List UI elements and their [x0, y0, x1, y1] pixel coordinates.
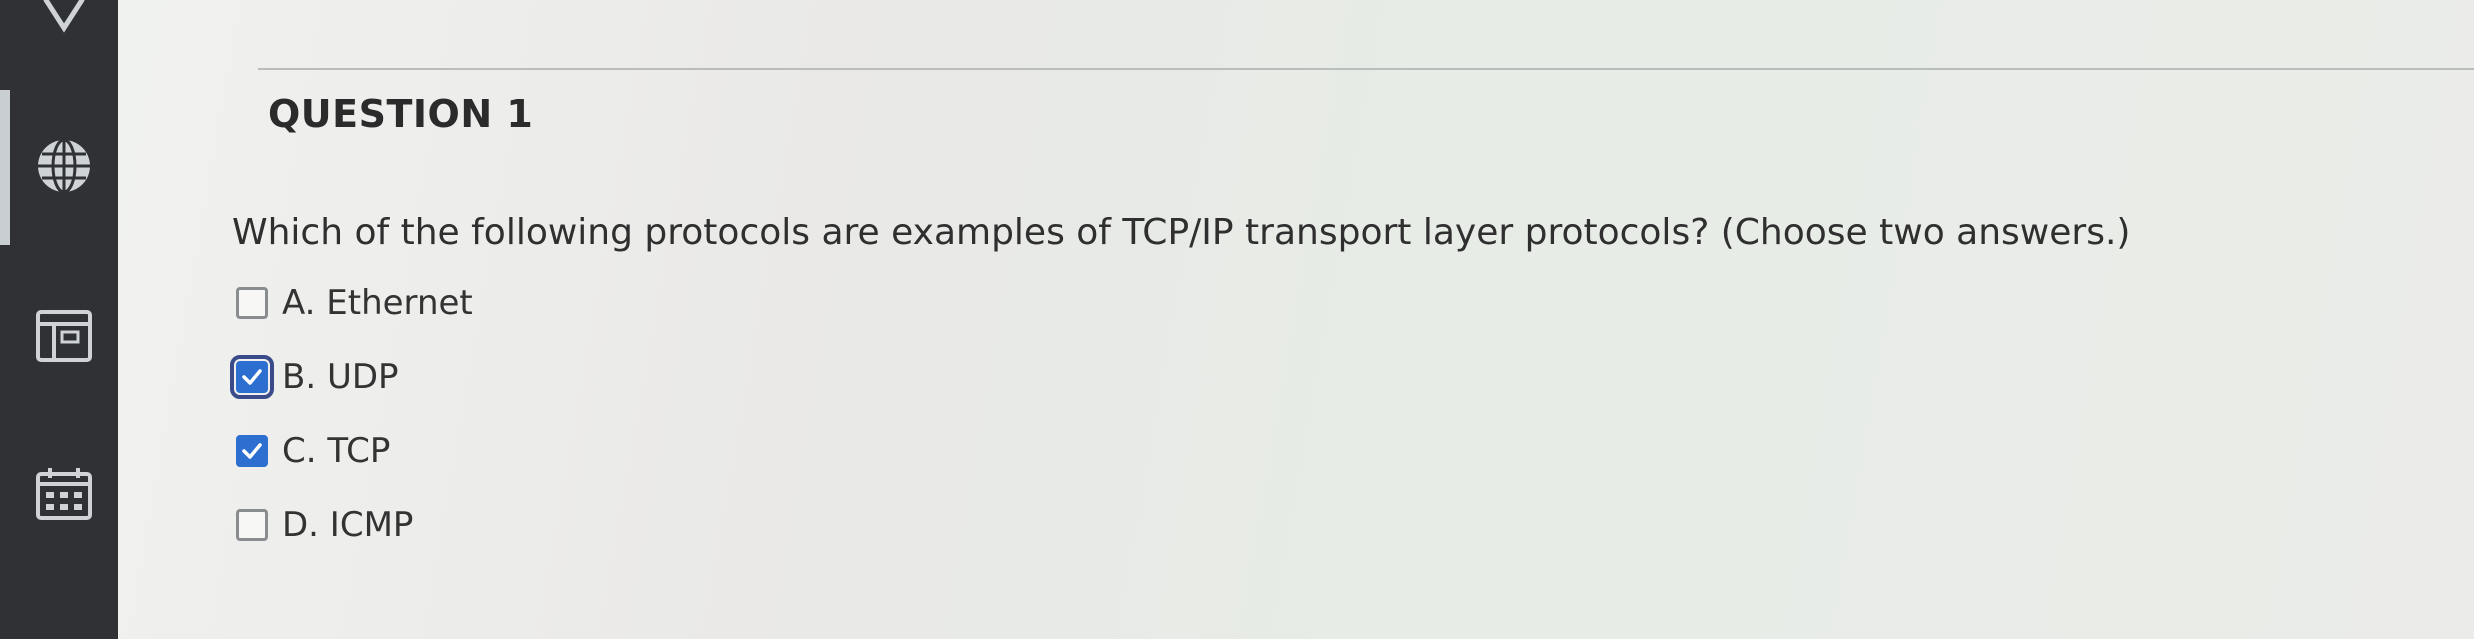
checkbox-a[interactable]	[236, 287, 268, 319]
checkbox-b[interactable]	[230, 355, 274, 399]
checkbox-d[interactable]	[236, 509, 268, 541]
calendar-icon[interactable]	[28, 458, 100, 530]
question-text: Which of the following protocols are exa…	[232, 212, 2131, 253]
close-icon[interactable]	[28, 0, 100, 54]
sidebar-active-indicator	[0, 90, 10, 245]
question-title: QUESTION 1	[268, 92, 534, 136]
option-label-a: A. Ethernet	[282, 283, 473, 323]
option-label-b: B. UDP	[282, 357, 399, 397]
option-c[interactable]: C. TCP	[236, 420, 473, 482]
option-label-d: D. ICMP	[282, 505, 414, 545]
option-label-c: C. TCP	[282, 431, 391, 471]
option-d[interactable]: D. ICMP	[236, 494, 473, 556]
check-icon	[242, 443, 262, 459]
sidebar	[0, 0, 118, 639]
divider	[258, 68, 2474, 70]
answer-options: A. Ethernet B. UDP C. TCP D. ICMP	[230, 272, 473, 568]
check-icon	[242, 369, 262, 385]
option-b[interactable]: B. UDP	[230, 346, 473, 408]
checkbox-c[interactable]	[236, 435, 268, 467]
globe-icon[interactable]	[28, 130, 100, 202]
option-a[interactable]: A. Ethernet	[236, 272, 473, 334]
browser-window-icon[interactable]	[28, 300, 100, 372]
